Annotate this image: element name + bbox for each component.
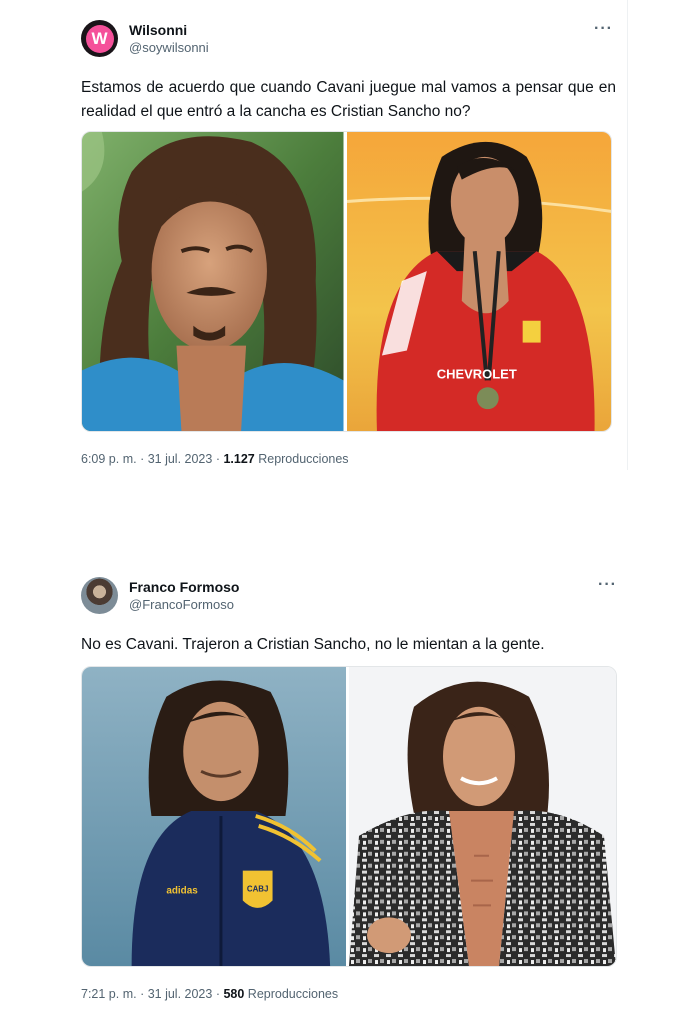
- author-block: Wilsonni @soywilsonni: [129, 22, 209, 57]
- author-handle[interactable]: @soywilsonni: [129, 39, 209, 57]
- views-label: Reproducciones: [258, 452, 349, 466]
- photo-cavani-man-utd-image: CHEVROLET: [346, 132, 611, 431]
- meta-separator: ·: [212, 987, 224, 1001]
- tweet-date[interactable]: 31 jul. 2023: [148, 987, 213, 1001]
- tweet-text: No es Cavani. Trajeron a Cristian Sancho…: [81, 636, 545, 653]
- timeline-divider: [627, 0, 628, 470]
- views-count: 1.127: [223, 452, 255, 466]
- photo-cavani-boca[interactable]: CABJ adidas: [82, 667, 349, 966]
- photo-sequined-jacket-man-image: [349, 667, 616, 966]
- tweet-time[interactable]: 7:21 p. m.: [81, 987, 137, 1001]
- photo-long-haired-man-image: [82, 132, 344, 431]
- avatar[interactable]: [81, 577, 118, 614]
- more-options-icon[interactable]: ···: [594, 20, 613, 38]
- tweet-text: Estamos de acuerdo que cuando Cavani jue…: [81, 79, 616, 120]
- photo-cavani-man-utd[interactable]: CHEVROLET: [346, 132, 611, 431]
- club-badge-text: CABJ: [247, 884, 269, 893]
- brand-logo-text: adidas: [166, 885, 198, 896]
- meta-separator: ·: [212, 452, 224, 466]
- avatar-logo: W: [85, 24, 114, 53]
- tweet-meta: 7:21 p. m. · 31 jul. 2023 · 580 Reproduc…: [81, 987, 338, 1001]
- tweet-media[interactable]: CHEVROLET: [81, 131, 612, 432]
- tweet-wilsonni[interactable]: W Wilsonni @soywilsonni ··· Estamos de a…: [0, 0, 698, 478]
- author-display-name[interactable]: Wilsonni: [129, 22, 209, 39]
- photo-cavani-boca-image: CABJ adidas: [82, 667, 346, 966]
- author-block: Franco Formoso @FrancoFormoso: [129, 579, 239, 614]
- author-handle[interactable]: @FrancoFormoso: [129, 596, 239, 614]
- tweet-franco-formoso[interactable]: Franco Formoso @FrancoFormoso ··· No es …: [0, 560, 698, 1020]
- photo-long-haired-man[interactable]: [82, 132, 347, 431]
- author-display-name[interactable]: Franco Formoso: [129, 579, 239, 596]
- jersey-sponsor-text: CHEVROLET: [436, 366, 516, 381]
- tweet-media[interactable]: CABJ adidas: [81, 666, 617, 967]
- photo-sequined-jacket-man[interactable]: [349, 667, 616, 966]
- views-label: Reproducciones: [247, 987, 339, 1001]
- tweet-time[interactable]: 6:09 p. m.: [81, 452, 137, 466]
- tweet-date[interactable]: 31 jul. 2023: [148, 452, 213, 466]
- more-options-icon[interactable]: ···: [598, 576, 617, 594]
- avatar[interactable]: W: [81, 20, 118, 57]
- tweet-meta: 6:09 p. m. · 31 jul. 2023 · 1.127 Reprod…: [81, 452, 349, 466]
- views-count: 580: [223, 987, 245, 1001]
- meta-separator: ·: [136, 452, 148, 466]
- meta-separator: ·: [136, 987, 148, 1001]
